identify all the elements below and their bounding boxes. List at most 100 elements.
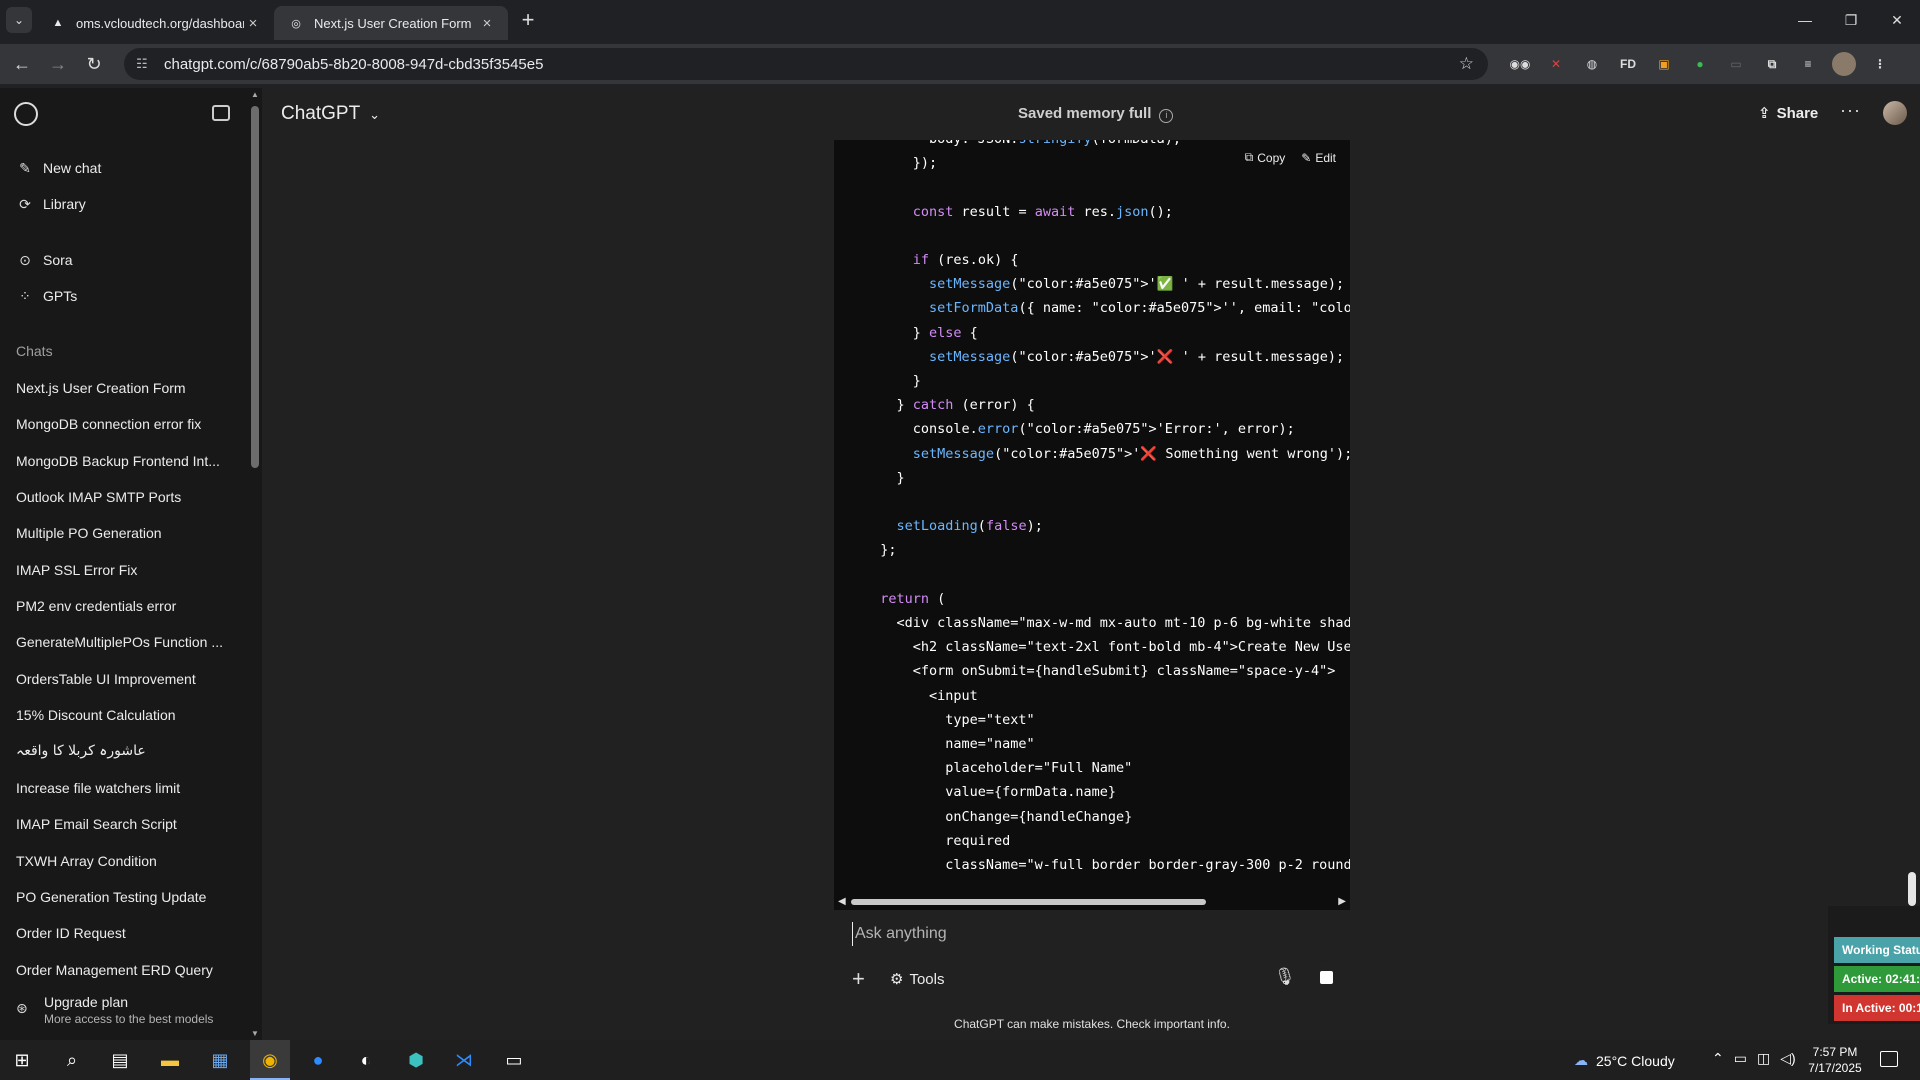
prompt-input[interactable] (852, 922, 1252, 946)
chrome-icon[interactable]: ◉ (256, 1046, 284, 1074)
back-arrow-icon[interactable]: ← (4, 54, 40, 75)
add-attachment-plus-icon[interactable]: + (852, 966, 865, 992)
close-window-icon[interactable]: ✕ (1874, 0, 1920, 40)
edit-icon: ✎ (1301, 150, 1312, 165)
tab-oms-dashboard[interactable]: ▲ oms.vcloudtech.org/dashboard × (36, 6, 274, 40)
chat-item[interactable]: Order Management ERD Query (16, 962, 226, 978)
stop-generating-button[interactable] (1310, 961, 1342, 993)
reload-icon[interactable]: ↻ (76, 54, 112, 75)
chat-item[interactable]: MongoDB connection error fix (16, 416, 226, 432)
chat-item[interactable]: PO Generation Testing Update (16, 889, 226, 905)
share-button[interactable]: ⇪ Share (1758, 104, 1818, 122)
chat-item[interactable]: OrdersTable UI Improvement (16, 671, 226, 687)
vscode-icon[interactable]: ⋊ (450, 1046, 478, 1074)
chatgpt-logo-icon[interactable] (14, 102, 38, 126)
sidebar-item-label: Library (43, 196, 86, 212)
site-info-icon[interactable]: ☷ (136, 56, 156, 72)
code-line: const result = await res.json(); (912, 203, 1173, 220)
extension-cast-icon[interactable]: ▭ (1723, 53, 1749, 75)
upgrade-plan-button[interactable]: ⊛ Upgrade plan More access to the best m… (16, 994, 213, 1026)
address-bar[interactable]: ☷ chatgpt.com/c/68790ab5-8b20-8008-947d-… (124, 48, 1488, 80)
code-horizontal-scrollbar[interactable]: ◀ ▶ (834, 895, 1350, 909)
extension-fd-icon[interactable]: FD (1615, 53, 1641, 75)
avatar[interactable] (1883, 101, 1907, 125)
file-explorer-icon[interactable]: ▬ (156, 1046, 184, 1074)
extension-globe-icon[interactable]: ◍ (1579, 53, 1605, 75)
chat-item[interactable]: TXWH Array Condition (16, 853, 226, 869)
chat-item[interactable]: PM2 env credentials error (16, 598, 226, 614)
sidebar-scroll-thumb[interactable] (251, 106, 259, 468)
code-line: <h2 className="text-2xl font-bold mb-4">… (864, 639, 1350, 656)
volume-icon[interactable]: ◁) (1780, 1050, 1795, 1067)
code-line: name="name" (864, 736, 1035, 752)
upgrade-title: Upgrade plan (44, 994, 129, 1010)
chevron-up-icon[interactable]: ⌃ (1712, 1050, 1724, 1067)
chat-item[interactable]: IMAP Email Search Script (16, 816, 226, 832)
model-selector[interactable]: ChatGPT ⌄ (281, 103, 380, 125)
network-icon[interactable]: ◫ (1757, 1050, 1770, 1067)
media-controls-icon[interactable]: ≡ (1795, 53, 1821, 75)
microsoft-store-icon[interactable]: ▦ (206, 1046, 234, 1074)
dark-app-icon[interactable]: ◐ (352, 1046, 380, 1074)
terminal-icon[interactable]: ▭ (500, 1046, 528, 1074)
chat-item[interactable]: Next.js User Creation Form (16, 380, 226, 396)
sidebar-item-library[interactable]: ⟳ Library (16, 193, 86, 215)
chat-item[interactable]: IMAP SSL Error Fix (16, 562, 226, 578)
close-tab-icon[interactable]: × (478, 15, 496, 32)
sidebar-item-sora[interactable]: ⊙ Sora (16, 249, 73, 271)
chat-item[interactable]: Increase file watchers limit (16, 780, 226, 796)
extension-green-icon[interactable]: ● (1687, 53, 1713, 75)
chat-item[interactable]: GenerateMultiplePOs Function ... (16, 634, 226, 650)
main-scroll-thumb[interactable] (1908, 872, 1916, 906)
share-label: Share (1776, 105, 1819, 122)
close-tab-icon[interactable]: × (244, 15, 262, 32)
chat-item[interactable]: عاشورہ کربلا کا واقعہ (16, 743, 226, 759)
weather-widget[interactable]: ☁ 25°C Cloudy (1574, 1052, 1675, 1069)
memory-status[interactable]: Saved memory full i (1018, 105, 1174, 123)
zoom-icon[interactable]: ● (304, 1046, 332, 1074)
scroll-right-arrow-icon[interactable]: ▶ (1338, 896, 1346, 907)
chat-item[interactable]: Outlook IMAP SMTP Ports (16, 489, 226, 505)
windows-start-icon[interactable]: ⊞ (8, 1046, 36, 1074)
browser-menu-icon[interactable]: ⋮ (1867, 53, 1893, 75)
notification-icon[interactable] (1880, 1051, 1898, 1067)
edit-code-button[interactable]: ✎ Edit (1301, 150, 1336, 165)
sidebar-scrollbar[interactable]: ▲ ▼ (248, 88, 262, 1040)
bookmark-star-icon[interactable]: ☆ (1459, 54, 1474, 74)
tools-button[interactable]: ⚙ Tools (890, 970, 944, 989)
scroll-up-arrow-icon[interactable]: ▲ (251, 90, 259, 99)
close-sidebar-icon[interactable] (212, 105, 230, 121)
extensions-puzzle-icon[interactable]: ⧉ (1759, 53, 1785, 75)
scroll-down-arrow-icon[interactable]: ▼ (251, 1029, 259, 1038)
copy-label: Copy (1257, 150, 1286, 165)
task-view-icon[interactable]: ▤ (106, 1046, 134, 1074)
code-line: setMessage("color:#a5e075">'❌ Something … (912, 445, 1350, 462)
battery-icon[interactable]: ▭ (1734, 1050, 1747, 1067)
clock[interactable]: 7:57 PM 7/17/2025 (1806, 1044, 1864, 1076)
new-tab-plus-icon[interactable]: + (514, 7, 542, 33)
chat-item[interactable]: 15% Discount Calculation (16, 707, 226, 723)
forward-arrow-icon[interactable]: → (40, 54, 76, 75)
sidebar-item-gpts[interactable]: ⁘ GPTs (16, 285, 77, 307)
copy-code-button[interactable]: ⧉ Copy (1245, 150, 1286, 165)
search-icon[interactable]: ⌕ (58, 1046, 86, 1074)
tab-chatgpt[interactable]: ◎ Next.js User Creation Form × (274, 6, 508, 40)
sidebar-item-new-chat[interactable]: ✎ New chat (16, 157, 101, 179)
chat-item[interactable]: Multiple PO Generation (16, 525, 226, 541)
tealapp-icon[interactable]: ⬢ (402, 1046, 430, 1074)
scroll-left-arrow-icon[interactable]: ◀ (838, 896, 846, 907)
extension-glasses-icon[interactable]: ◉◉ (1507, 53, 1533, 75)
code-scroll-thumb[interactable] (851, 899, 1206, 905)
more-options-icon[interactable]: ··· (1840, 100, 1861, 121)
microphone-icon[interactable]: 🎙 (1274, 967, 1296, 987)
sidebar-item-label: Sora (43, 252, 73, 268)
code-line: <input (864, 687, 978, 704)
extension-briefcase-icon[interactable]: ▣ (1651, 53, 1677, 75)
extension-x-icon[interactable]: ✕ (1543, 53, 1569, 75)
minimize-icon[interactable]: — (1782, 0, 1828, 40)
restore-icon[interactable]: ❐ (1828, 0, 1874, 40)
profile-avatar[interactable] (1831, 52, 1857, 76)
tab-search-chevron-icon[interactable]: ⌄ (6, 7, 32, 33)
chat-item[interactable]: Order ID Request (16, 925, 226, 941)
chat-item[interactable]: MongoDB Backup Frontend Int... (16, 453, 226, 469)
